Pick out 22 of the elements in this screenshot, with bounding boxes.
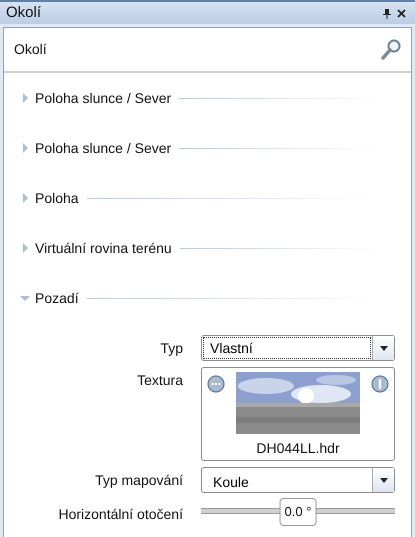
dropdown[interactable]: Vlastní (201, 335, 395, 361)
slider[interactable]: 0.0 ° (201, 498, 395, 524)
section-header[interactable]: Poloha (20, 188, 79, 208)
pin-icon[interactable] (380, 7, 394, 19)
file-name: DH044LL.hdr (255, 439, 341, 458)
window-title: Okolí (6, 2, 42, 23)
caret-icon (380, 478, 388, 482)
field-label: Typ mapování (94, 471, 184, 490)
section-header[interactable]: Poloha slunce / Sever (20, 138, 172, 158)
caret-icon (380, 346, 388, 350)
field-label: Typ (159, 339, 184, 358)
field-label: Textura (136, 371, 184, 390)
dropdown[interactable]: Koule (201, 467, 395, 493)
info-button[interactable] (371, 373, 389, 394)
search-icon[interactable] (381, 38, 401, 60)
section-header[interactable]: Pozadí (20, 288, 79, 308)
field-label: Horizontální otočení (57, 505, 184, 524)
section-header[interactable]: Poloha slunce / Sever (20, 88, 172, 108)
panel-title: Okolí (14, 40, 47, 59)
slider-thumb[interactable]: 0.0 ° (280, 498, 316, 526)
more-button[interactable] (207, 373, 225, 394)
section-header[interactable]: Virtuální rovina terénu (20, 238, 172, 258)
